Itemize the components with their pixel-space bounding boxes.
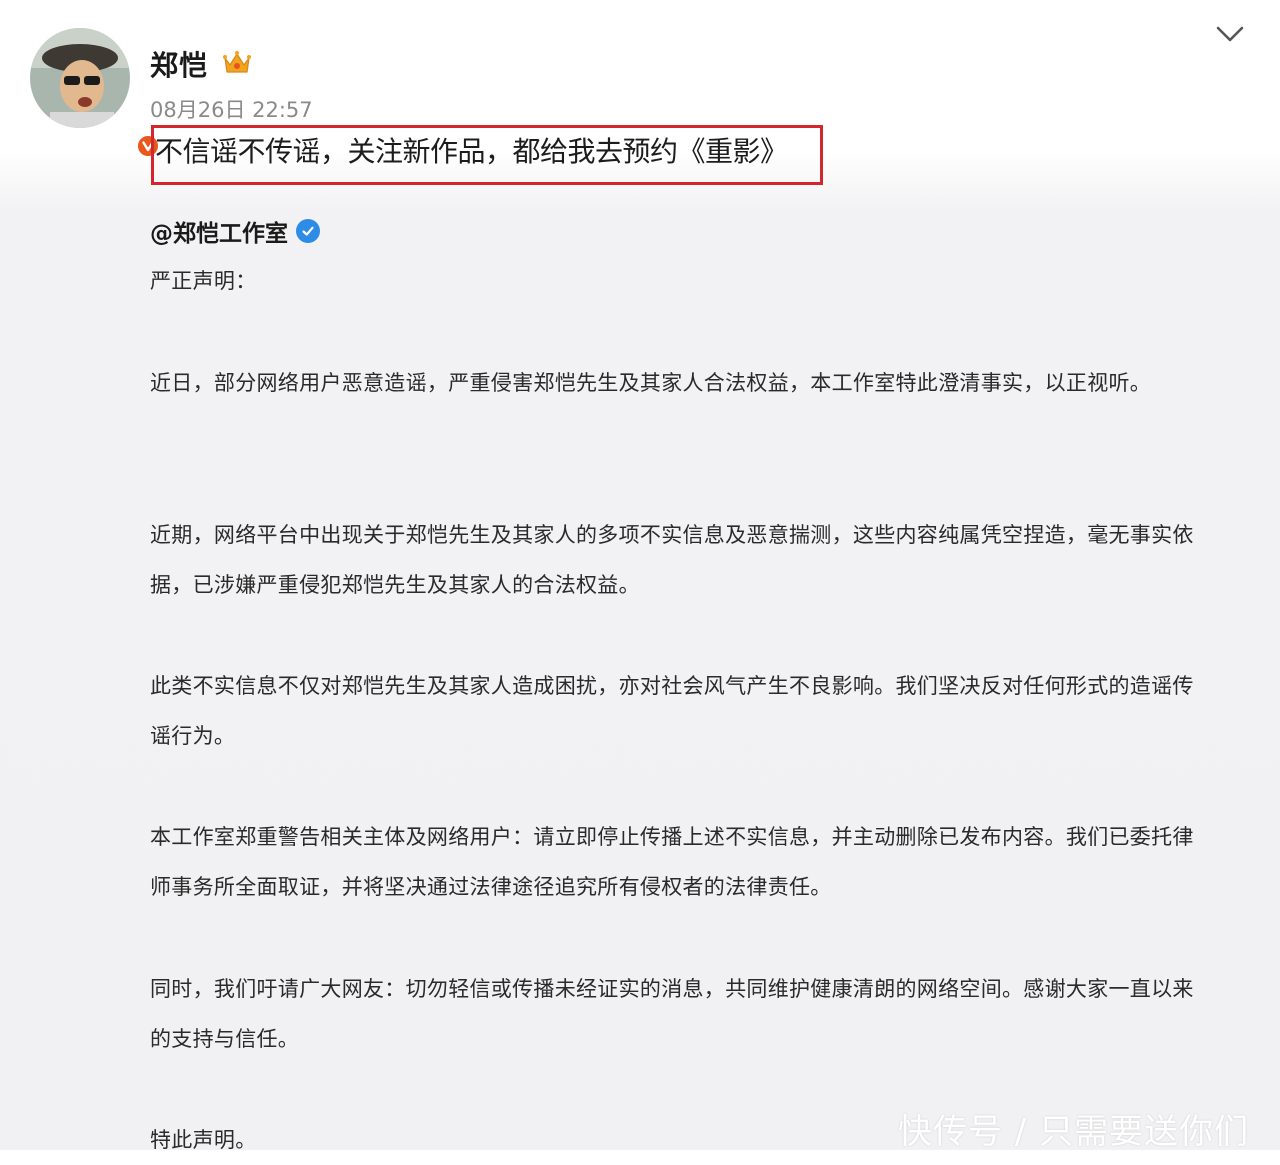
repost-author[interactable]: @郑恺工作室	[150, 214, 320, 248]
repost-mention[interactable]: @郑恺工作室	[150, 214, 288, 248]
statement-paragraph-4: 本工作室郑重警告相关主体及网络用户：请立即停止传播上述不实信息，并主动删除已发布…	[150, 825, 1194, 899]
chevron-down-icon[interactable]	[1214, 22, 1246, 46]
username[interactable]: 郑恺	[150, 44, 208, 84]
avatar[interactable]	[30, 28, 160, 158]
post-text: 不信谣不传谣，关注新作品，都给我去预约《重影》	[155, 135, 788, 168]
verified-check-icon	[296, 219, 320, 243]
avatar-image	[30, 28, 130, 128]
statement-title: 严正声明：	[150, 269, 257, 293]
statement-paragraph-5: 同时，我们吁请广大网友：切勿轻信或传播未经证实的消息，共同维护健康清朗的网络空间…	[150, 977, 1194, 1051]
watermark: 快传号 / 只需要送你们	[898, 1112, 1250, 1152]
statement-paragraph-2: 近期，网络平台中出现关于郑恺先生及其家人的多项不实信息及恶意揣测，这些内容纯属凭…	[150, 523, 1194, 597]
statement-paragraph-3: 此类不实信息不仅对郑恺先生及其家人造成困扰，亦对社会风气产生不良影响。我们坚决反…	[150, 674, 1194, 748]
post-timestamp[interactable]: 08月26日 22:57	[150, 94, 313, 124]
crown-icon[interactable]	[222, 49, 252, 77]
statement-paragraph-1: 近日，部分网络用户恶意造谣，严重侵害郑恺先生及其家人合法权益，本工作室特此澄清事…	[150, 371, 1152, 395]
